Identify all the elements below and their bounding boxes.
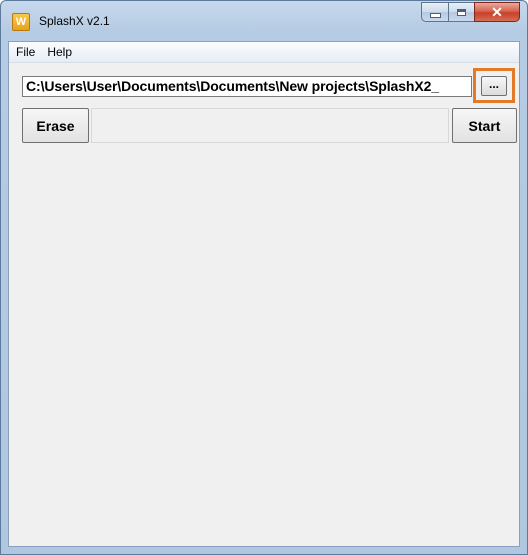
title-bar[interactable]: W SplashX v2.1 ✕ bbox=[1, 1, 527, 39]
browse-highlight: ... bbox=[473, 68, 515, 103]
menu-bar: File Help bbox=[9, 42, 519, 63]
browse-button[interactable]: ... bbox=[481, 76, 507, 96]
menu-item-file[interactable]: File bbox=[9, 45, 41, 59]
close-button[interactable]: ✕ bbox=[474, 2, 520, 22]
erase-button[interactable]: Erase bbox=[22, 108, 89, 143]
project-path-input[interactable]: C:\Users\User\Documents\Documents\New pr… bbox=[22, 76, 472, 97]
progress-status-field bbox=[91, 108, 449, 143]
app-window: W SplashX v2.1 ✕ File Help C:\Users\User… bbox=[0, 0, 528, 555]
caption-buttons: ✕ bbox=[421, 2, 520, 23]
menu-item-help[interactable]: Help bbox=[41, 45, 78, 59]
minimize-icon bbox=[429, 12, 441, 18]
start-button[interactable]: Start bbox=[452, 108, 517, 143]
window-title: SplashX v2.1 bbox=[39, 14, 110, 28]
close-icon: ✕ bbox=[491, 3, 503, 20]
maximize-icon bbox=[457, 8, 466, 16]
maximize-button[interactable] bbox=[448, 2, 474, 22]
splashx-app-icon[interactable]: W bbox=[12, 13, 30, 31]
client-area: File Help C:\Users\User\Documents\Docume… bbox=[8, 41, 520, 547]
minimize-button[interactable] bbox=[421, 2, 448, 22]
